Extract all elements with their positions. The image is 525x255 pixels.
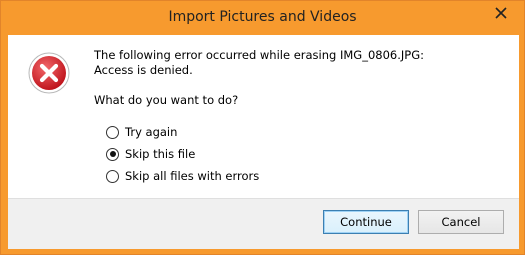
window-title: Import Pictures and Videos: [168, 9, 357, 25]
cancel-button[interactable]: Cancel: [418, 210, 504, 234]
error-message: The following error occurred while erasi…: [94, 48, 424, 78]
option-label: Skip this file: [125, 147, 196, 161]
close-button[interactable]: [486, 2, 516, 24]
continue-button[interactable]: Continue: [323, 210, 409, 234]
error-icon: [28, 52, 70, 94]
option-label: Try again: [125, 125, 178, 139]
dialog-window: Import Pictures and Videos The following…: [0, 0, 525, 255]
option-try-again[interactable]: Try again: [106, 121, 259, 143]
question-text: What do you want to do?: [94, 93, 239, 107]
option-group: Try again Skip this file Skip all files …: [106, 121, 259, 187]
button-bar: Continue Cancel: [8, 198, 519, 249]
radio-skip-all-files[interactable]: [106, 169, 119, 183]
close-icon: [495, 7, 507, 19]
error-message-line2: Access is denied.: [94, 63, 193, 77]
option-skip-this-file[interactable]: Skip this file: [106, 143, 259, 165]
radio-skip-this-file[interactable]: [106, 147, 119, 161]
error-message-line1: The following error occurred while erasi…: [94, 48, 425, 62]
dialog-content: The following error occurred while erasi…: [8, 35, 519, 198]
title-bar[interactable]: Import Pictures and Videos: [1, 1, 524, 35]
radio-try-again[interactable]: [106, 125, 119, 139]
dialog-client: The following error occurred while erasi…: [8, 35, 519, 249]
option-label: Skip all files with errors: [125, 169, 260, 183]
option-skip-all-files[interactable]: Skip all files with errors: [106, 165, 259, 187]
